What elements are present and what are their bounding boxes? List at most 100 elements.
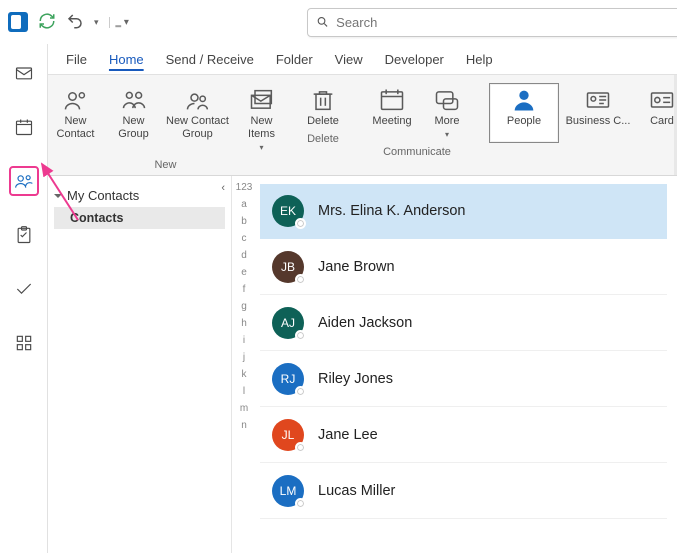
left-app-rail: [0, 44, 48, 553]
contact-row[interactable]: JB Jane Brown: [260, 240, 667, 295]
menu-view[interactable]: View: [335, 52, 363, 67]
menu-bar: File Home Send / Receive Folder View Dev…: [48, 44, 677, 74]
business-card-label: Business C...: [566, 115, 631, 128]
tasks-nav-icon[interactable]: [9, 220, 39, 250]
menu-help[interactable]: Help: [466, 52, 493, 67]
avatar: AJ: [272, 307, 304, 339]
new-contact-button[interactable]: New Contact: [46, 83, 106, 143]
contacts-list: EK Mrs. Elina K. Anderson JB Jane Brown AJ Ai…: [256, 176, 677, 553]
ribbon: New Contact New Group New Contact Group …: [48, 74, 677, 176]
contact-name: Jane Lee: [318, 427, 378, 443]
alpha-123[interactable]: 123: [232, 182, 256, 193]
mail-nav-icon[interactable]: [9, 58, 39, 88]
more-apps-nav-icon[interactable]: [9, 328, 39, 358]
menu-file[interactable]: File: [66, 52, 87, 67]
presence-icon: [295, 330, 306, 341]
avatar: JL: [272, 419, 304, 451]
folder-pane: ‹ My Contacts Contacts: [48, 176, 232, 553]
new-group-label: New Group: [110, 115, 158, 141]
qat-customize-icon[interactable]: ‗ ▾: [109, 17, 129, 28]
alpha-j[interactable]: j: [232, 352, 256, 363]
people-nav-icon[interactable]: [9, 166, 39, 196]
contact-row[interactable]: RJ Riley Jones: [260, 352, 667, 407]
new-items-label: New Items: [238, 115, 286, 141]
search-input[interactable]: [336, 15, 677, 30]
alpha-h[interactable]: h: [232, 318, 256, 329]
ribbon-group-delete-label: Delete: [301, 130, 345, 147]
view-people-button[interactable]: People: [489, 83, 559, 143]
chevron-down-icon: ▾: [445, 128, 449, 141]
alpha-f[interactable]: f: [232, 284, 256, 295]
new-contact-icon: [62, 85, 90, 115]
contact-row[interactable]: EK Mrs. Elina K. Anderson: [260, 184, 667, 239]
chevron-down-icon: ▾: [259, 141, 263, 154]
more-communicate-button[interactable]: More ▾: [424, 83, 470, 143]
trash-icon: [309, 85, 337, 115]
my-contacts-label: My Contacts: [67, 188, 139, 203]
menu-send-receive[interactable]: Send / Receive: [166, 52, 254, 67]
presence-icon: [295, 218, 306, 229]
avatar: JB: [272, 251, 304, 283]
ribbon-group-new-label: New: [54, 156, 277, 173]
avatar: LM: [272, 475, 304, 507]
view-business-card-button[interactable]: Business C...: [563, 83, 633, 130]
undo-dropdown-icon[interactable]: ▾: [94, 17, 99, 28]
alpha-c[interactable]: c: [232, 233, 256, 244]
presence-icon: [295, 498, 306, 509]
presence-icon: [295, 274, 306, 285]
alpha-e[interactable]: e: [232, 267, 256, 278]
menu-developer[interactable]: Developer: [385, 52, 444, 67]
contact-name: Lucas Miller: [318, 483, 395, 499]
ribbon-group-view-label: [489, 143, 677, 160]
meeting-button[interactable]: Meeting: [364, 83, 420, 130]
view-card-button[interactable]: Card: [637, 83, 677, 130]
folder-pane-collapse-icon[interactable]: ‹: [221, 182, 225, 194]
contact-name: Riley Jones: [318, 371, 393, 387]
alpha-g[interactable]: g: [232, 301, 256, 312]
contact-name: Aiden Jackson: [318, 315, 412, 331]
my-contacts-node[interactable]: My Contacts: [54, 188, 225, 203]
new-group-button[interactable]: New Group: [110, 83, 158, 143]
send-receive-all-icon[interactable]: [38, 12, 56, 33]
new-items-icon: [248, 85, 276, 115]
contact-row[interactable]: AJ Aiden Jackson: [260, 296, 667, 351]
alpha-i[interactable]: i: [232, 335, 256, 346]
alpha-a[interactable]: a: [232, 199, 256, 210]
presence-icon: [295, 386, 306, 397]
avatar: RJ: [272, 363, 304, 395]
avatar: EK: [272, 195, 304, 227]
alpha-d[interactable]: d: [232, 250, 256, 261]
people-view-icon: [510, 85, 538, 115]
outlook-app-icon: o: [8, 12, 28, 32]
alphabet-index[interactable]: 123 abcdefghijklmn: [232, 176, 256, 553]
delete-label: Delete: [307, 115, 339, 128]
business-card-icon: [584, 85, 612, 115]
alpha-k[interactable]: k: [232, 369, 256, 380]
contact-name: Jane Brown: [318, 259, 395, 275]
contacts-folder[interactable]: Contacts: [54, 207, 225, 229]
ribbon-group-communicate-label: Communicate: [369, 143, 465, 160]
alpha-n[interactable]: n: [232, 420, 256, 431]
contact-row[interactable]: JL Jane Lee: [260, 408, 667, 463]
new-contact-group-label: New Contact Group: [162, 115, 234, 141]
more-label: More: [434, 115, 459, 128]
alpha-m[interactable]: m: [232, 403, 256, 414]
contact-row[interactable]: LM Lucas Miller: [260, 464, 667, 519]
alpha-b[interactable]: b: [232, 216, 256, 227]
new-items-button[interactable]: New Items ▾: [238, 83, 286, 156]
presence-icon: [295, 442, 306, 453]
contact-name: Mrs. Elina K. Anderson: [318, 203, 466, 219]
search-box[interactable]: [307, 8, 677, 37]
menu-home[interactable]: Home: [109, 52, 144, 67]
people-view-label: People: [507, 115, 541, 128]
undo-icon[interactable]: [66, 12, 84, 33]
more-icon: [433, 85, 461, 115]
card-label: Card: [650, 115, 674, 128]
new-contact-group-button[interactable]: New Contact Group: [162, 83, 234, 143]
menu-folder[interactable]: Folder: [276, 52, 313, 67]
delete-button[interactable]: Delete: [298, 83, 348, 130]
alpha-l[interactable]: l: [232, 386, 256, 397]
calendar-nav-icon[interactable]: [9, 112, 39, 142]
todo-nav-icon[interactable]: [9, 274, 39, 304]
new-group-icon: [120, 85, 148, 115]
